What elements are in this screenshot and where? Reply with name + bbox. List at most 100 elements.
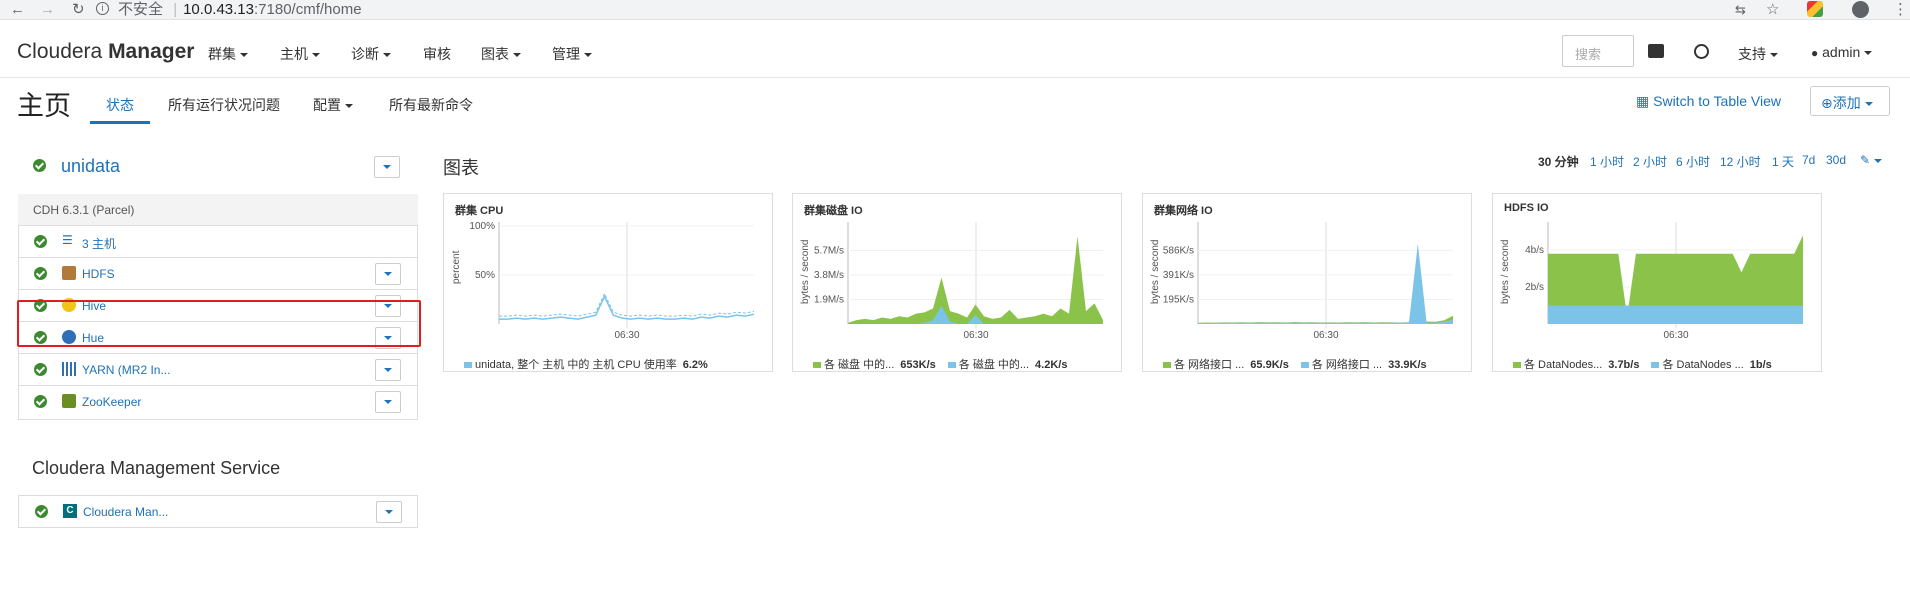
range-30m[interactable]: 30 分钟 [1538,153,1579,170]
hosts-link[interactable]: 3 主机 [82,235,116,252]
legend-swatch [464,362,472,369]
legend-label: 各 磁盘 中的... [824,359,895,371]
cms-actions-dropdown[interactable] [376,501,402,523]
forward-icon[interactable]: → [40,0,55,20]
service-link-yarn[interactable]: YARN (MR2 In... [82,363,170,377]
legend-item[interactable]: 各 网络接口 ... 65.9K/s [1163,359,1289,371]
address-bar[interactable]: 不安全 | 10.0.43.13:7180/cmf/home [118,0,362,19]
menu-charts[interactable]: 图表 [481,44,521,64]
cms-link[interactable]: Cloudera Man... [83,505,168,519]
cluster-name-link[interactable]: unidata [61,156,120,177]
menu-support[interactable]: 支持 [1738,44,1778,64]
translate-icon[interactable]: ⇆ [1735,0,1746,20]
legend-value: 1b/s [1749,359,1772,371]
list-item: YARN (MR2 In... [18,354,418,386]
menu-hosts[interactable]: 主机 [280,44,320,64]
chart-cluster-cpu[interactable]: 群集 CPU 100% 50% percent 06:30 unidata, 整个 主机 … [443,193,773,372]
range-2h[interactable]: 2 小时 [1633,153,1667,170]
cdh-version: CDH 6.3.1 (Parcel) [18,194,418,226]
edit-charts-icon[interactable]: ✎ [1860,153,1883,167]
legend-swatch [1300,362,1309,369]
info-icon[interactable]: i [96,2,109,15]
tab-health-issues[interactable]: 所有运行状况问题 [168,95,280,115]
legend-item[interactable]: 各 磁盘 中的... 653K/s [813,359,936,371]
tab-configuration[interactable]: 配置 [313,95,353,115]
chart-cluster-disk-io[interactable]: 群集磁盘 IO 5.7M/s 3.8M/s 1.9M/s bytes / second 0… [792,193,1122,372]
url-path: :7180/cmf/home [254,1,362,18]
yarn-actions-dropdown[interactable] [375,359,401,381]
legend-label: 各 DataNodes... [1524,359,1603,371]
chart-hdfs-io[interactable]: HDFS IO 4b/s 2b/s bytes / second 06:30 各 Data… [1492,193,1822,372]
y-tick-label: 586K/s [1163,245,1194,256]
legend-item[interactable]: 各 DataNodes... 3.7b/s [1513,359,1639,371]
brand-logo[interactable]: Cloudera Manager [17,40,194,64]
add-button[interactable]: ⊕添加 [1810,86,1890,116]
tab-status[interactable]: 状态 [106,95,134,115]
service-link-hdfs[interactable]: HDFS [82,267,115,281]
zookeeper-actions-dropdown[interactable] [375,391,401,413]
legend-value: 65.9K/s [1250,359,1289,371]
service-link-zookeeper[interactable]: ZooKeeper [82,395,141,409]
cluster-health-icon [33,159,46,172]
range-1d[interactable]: 1 天 [1772,153,1794,170]
list-item: C Cloudera Man... [18,495,418,528]
range-7d[interactable]: 7d [1802,153,1815,167]
tab-recent-commands[interactable]: 所有最新命令 [389,95,473,115]
legend-item[interactable]: unidata, 整个 主机 中的 主机 CPU 使用率 6.2% [464,359,708,371]
switch-table-view-link[interactable]: ▦ Switch to Table View [1636,93,1781,110]
search-input[interactable]: 搜索 [1562,35,1634,67]
y-tick-label: 50% [475,270,495,281]
y-tick-label: 3.8M/s [814,270,844,281]
running-commands-icon[interactable] [1694,44,1709,59]
legend-label: 各 磁盘 中的... [958,359,1030,371]
legend-value: 6.2% [682,359,708,371]
range-1h[interactable]: 1 小时 [1590,153,1624,170]
cloudera-icon: C [63,504,77,518]
profile-icon[interactable] [1852,1,1869,18]
x-tick-label: 06:30 [1663,330,1688,341]
highlight-box [17,300,421,347]
chart-legend: 各 网络接口 ... 65.9K/s 各 网络接口 ... 33.9K/s [1163,356,1439,372]
reload-icon[interactable]: ↻ [72,0,85,20]
range-30d[interactable]: 30d [1826,153,1846,167]
y-tick-label: 100% [469,221,495,232]
health-ok-icon [34,235,47,248]
health-ok-icon [35,505,48,518]
chart-legend: 各 磁盘 中的... 653K/s 各 磁盘 中的... 4.2K/s [813,356,1079,372]
menu-audits[interactable]: 审核 [423,44,451,64]
y-tick-label: 2b/s [1525,282,1544,293]
range-6h[interactable]: 6 小时 [1676,153,1710,170]
hdfs-actions-dropdown[interactable] [375,263,401,285]
hdfs-icon [62,266,76,280]
cluster-actions-dropdown[interactable] [374,156,400,178]
back-icon[interactable]: ← [10,0,25,20]
parcel-icon[interactable] [1648,44,1664,58]
insecure-label: 不安全 [118,1,164,18]
legend-label: unidata, 整个 主机 中的 主机 CPU 使用率 [475,359,677,371]
legend-item[interactable]: 各 DataNodes ... 1b/s [1651,359,1772,371]
menu-clusters[interactable]: 群集 [208,44,248,64]
extension-icon[interactable] [1807,1,1823,17]
menu-user[interactable]: ● admin [1811,44,1873,60]
x-tick-label: 06:30 [1313,330,1338,341]
menu-administration[interactable]: 管理 [552,44,592,64]
legend-label: 各 DataNodes ... [1662,359,1744,371]
table-icon: ▦ [1636,93,1650,109]
x-tick-label: 06:30 [963,330,988,341]
legend-swatch [1513,362,1521,369]
plus-circle-icon: ⊕ [1821,95,1833,111]
health-ok-icon [34,363,47,376]
chart-cluster-network-io[interactable]: 群集网络 IO 586K/s 391K/s 195K/s bytes / second 0… [1142,193,1472,372]
range-12h[interactable]: 12 小时 [1720,153,1761,170]
list-icon: ☰ [62,233,73,247]
bookmark-star-icon[interactable]: ☆ [1766,0,1779,20]
legend-value: 33.9K/s [1388,359,1427,371]
legend-item[interactable]: 各 网络接口 ... 33.9K/s [1300,359,1427,371]
charts-title: 图表 [443,158,479,178]
legend-item[interactable]: 各 磁盘 中的... 4.2K/s [947,359,1067,371]
browser-menu-icon[interactable]: ⋮ [1893,0,1908,20]
y-tick-label: 4b/s [1525,245,1544,256]
y-tick-label: 1.9M/s [814,295,844,306]
menu-diagnostics[interactable]: 诊断 [351,44,391,64]
chart-legend: unidata, 整个 主机 中的 主机 CPU 使用率 6.2% [464,356,720,372]
